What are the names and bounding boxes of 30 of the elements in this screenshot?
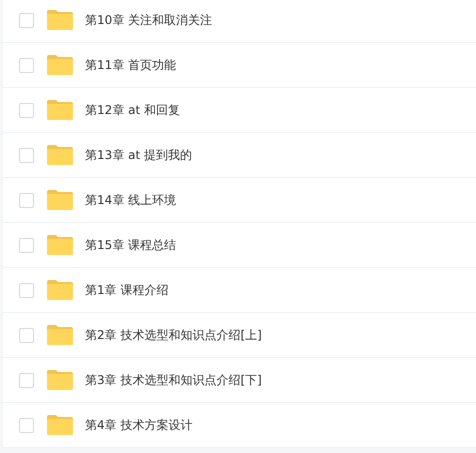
checkbox[interactable] bbox=[19, 102, 34, 118]
folder-name[interactable]: 第10章 关注和取消关注 bbox=[85, 12, 212, 28]
folder-name[interactable]: 第11章 首页功能 bbox=[85, 56, 176, 74]
checkbox[interactable] bbox=[19, 418, 34, 432]
checkbox[interactable] bbox=[19, 148, 34, 162]
folder-name[interactable]: 第4章 技术方案设计 bbox=[85, 416, 192, 434]
folder-icon bbox=[47, 100, 73, 120]
folder-name[interactable]: 第2章 技术选型和知识点介绍[上] bbox=[85, 326, 262, 344]
folder-name[interactable]: 第3章 技术选型和知识点介绍[下] bbox=[85, 372, 262, 388]
checkbox[interactable] bbox=[19, 58, 34, 72]
folder-name[interactable]: 第15章 课程总结 bbox=[85, 236, 176, 254]
folder-icon bbox=[47, 325, 73, 345]
folder-icon bbox=[47, 10, 73, 30]
folder-icon bbox=[47, 280, 73, 300]
folder-icon bbox=[47, 55, 73, 75]
folder-name[interactable]: 第14章 线上环境 bbox=[85, 192, 176, 208]
folder-icon bbox=[47, 145, 73, 165]
checkbox[interactable] bbox=[19, 238, 34, 252]
checkbox[interactable] bbox=[19, 192, 34, 208]
folder-icon bbox=[47, 370, 73, 390]
folder-name[interactable]: 第12章 at 和回复 bbox=[85, 102, 180, 118]
folder-icon bbox=[47, 235, 73, 255]
checkbox[interactable] bbox=[19, 328, 34, 342]
folder-icon bbox=[47, 190, 73, 210]
checkbox[interactable] bbox=[19, 282, 34, 298]
checkbox[interactable] bbox=[19, 372, 34, 388]
folder-icon bbox=[47, 415, 73, 435]
checkbox[interactable] bbox=[19, 12, 34, 28]
folder-name[interactable]: 第13章 at 提到我的 bbox=[85, 146, 192, 164]
folder-name[interactable]: 第1章 课程介绍 bbox=[85, 282, 168, 298]
